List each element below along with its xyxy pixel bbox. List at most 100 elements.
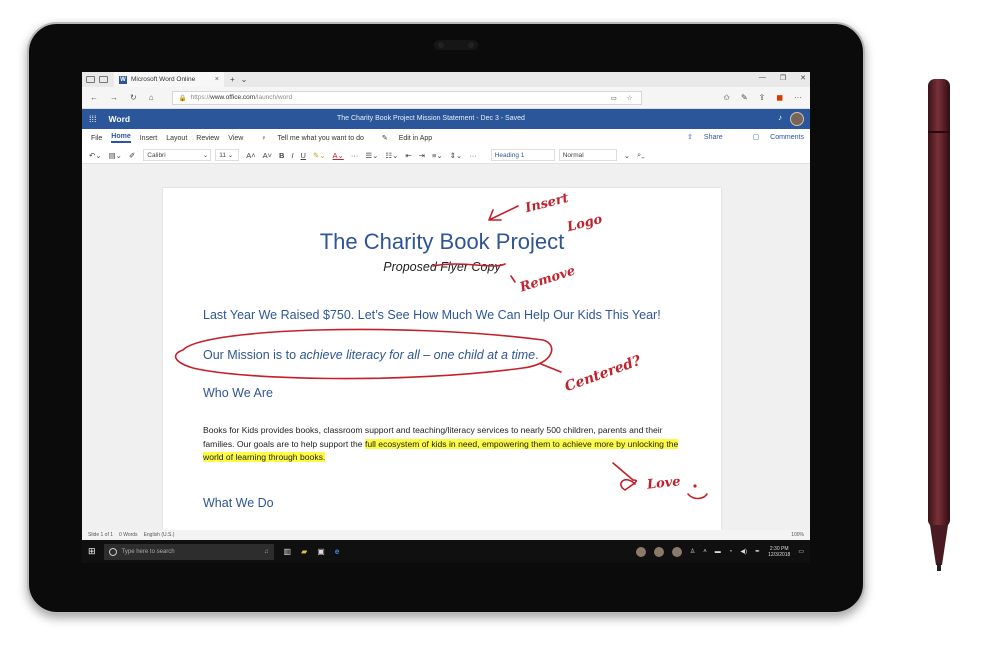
browser-tab[interactable]: W Microsoft Word Online × — [114, 72, 224, 87]
doc-heading-who[interactable]: Who We Are — [203, 386, 273, 400]
numbering-icon[interactable]: ☷⌄ — [385, 151, 398, 160]
tell-me-search[interactable]: ♀ Tell me what you want to do — [252, 135, 364, 142]
tab-review[interactable]: Review — [196, 135, 219, 142]
file-explorer-icon[interactable]: ▰ — [301, 547, 307, 556]
doc-mission[interactable]: Our Mission is to achieve literacy for a… — [203, 348, 539, 362]
style-heading-1[interactable]: Heading 1 — [490, 149, 555, 161]
taskbar-search[interactable]: Type here to search ♫ — [103, 543, 274, 560]
paste-icon[interactable]: ▤⌄ — [109, 151, 122, 160]
tab-preview-icon[interactable] — [86, 76, 95, 83]
mission-suffix: . — [535, 348, 539, 362]
status-zoom[interactable]: 100% — [791, 532, 804, 538]
browser-tab-bar: W Microsoft Word Online × + ⌄ — ❐ ✕ — [82, 72, 810, 87]
task-view-icon[interactable]: ▥ — [284, 547, 292, 556]
windows-start-icon[interactable]: ⊞ — [88, 546, 96, 557]
bullets-icon[interactable]: ☰⌄ — [365, 151, 378, 160]
back-icon[interactable]: ← — [90, 93, 98, 102]
tab-view[interactable]: View — [228, 135, 243, 142]
tab-insert[interactable]: Insert — [140, 135, 158, 142]
edit-in-app-button[interactable]: ✎ Edit in App — [373, 134, 432, 142]
share-button[interactable]: ⇧ Share — [678, 133, 723, 141]
people-avatar-1[interactable] — [635, 546, 646, 557]
format-painter-icon[interactable]: ✐ — [129, 151, 135, 160]
share-icon[interactable]: ⇪ — [759, 93, 766, 102]
people-avatar-3[interactable] — [671, 546, 682, 557]
system-tray: ♙ ˄ ▬ ◔ ◀) ✒ 2:30 PM 12/3/2018 ▭ — [635, 546, 804, 558]
forward-icon[interactable]: → — [110, 93, 118, 102]
tab-layout[interactable]: Layout — [166, 135, 187, 142]
more-icon[interactable]: ··· — [794, 93, 802, 102]
tab-file[interactable]: File — [91, 135, 102, 142]
avatar[interactable] — [790, 112, 804, 126]
doc-heading-what[interactable]: What We Do — [203, 496, 274, 510]
store-icon[interactable]: ▣ — [317, 547, 325, 556]
more-paragraph-icon[interactable]: ··· — [469, 151, 477, 160]
chevron-down-icon[interactable]: ⌄ — [241, 75, 248, 84]
doc-subtitle[interactable]: Proposed Flyer Copy — [163, 260, 721, 274]
status-language[interactable]: English (U.S.) — [144, 532, 175, 538]
mission-italic: achieve literacy for all – one child at … — [299, 348, 536, 362]
comments-button[interactable]: ▢ Comments — [744, 133, 804, 141]
url-path: /launch/word — [255, 94, 293, 101]
home-icon[interactable]: ⌂ — [149, 93, 154, 102]
doc-title[interactable]: The Charity Book Project — [163, 229, 721, 255]
highlight-icon[interactable]: ✎⌄ — [313, 151, 326, 160]
pen-notes-icon[interactable]: ✎ — [741, 93, 748, 102]
battery-icon[interactable]: ▬ — [715, 549, 721, 555]
favorite-star-icon[interactable]: ☆ — [627, 94, 633, 102]
camera-bar — [434, 40, 478, 50]
close-window-icon[interactable]: ✕ — [800, 74, 806, 82]
notification-icon[interactable]: ♪ — [778, 113, 782, 122]
microphone-icon[interactable]: ♫ — [264, 549, 269, 555]
minimize-icon[interactable]: — — [759, 74, 766, 82]
people-icon[interactable]: ♙ — [690, 548, 695, 555]
action-center-icon[interactable]: ▭ — [798, 548, 804, 555]
word-favicon-icon: W — [119, 75, 127, 84]
reading-view-icon[interactable]: ▭ — [611, 94, 617, 102]
tray-chevron-icon[interactable]: ˄ — [703, 549, 707, 555]
wifi-icon[interactable]: ◔ — [729, 549, 733, 555]
volume-icon[interactable]: ◀) — [740, 548, 747, 555]
app-name[interactable]: Word — [109, 114, 131, 124]
maximize-icon[interactable]: ❐ — [780, 74, 786, 82]
document-page[interactable]: The Charity Book Project Proposed Flyer … — [163, 188, 721, 530]
font-color-icon[interactable]: A⌄ — [333, 151, 344, 160]
status-words: 0 Words — [119, 532, 138, 538]
font-size-select[interactable]: 11 ⌄ — [215, 149, 240, 161]
bold-icon[interactable]: B — [279, 151, 284, 160]
increase-indent-icon[interactable]: ⇥ — [419, 151, 425, 160]
find-icon[interactable]: ⌕⌄ — [637, 150, 645, 160]
favorites-icon[interactable]: ✩ — [723, 93, 730, 102]
edge-icon[interactable]: e — [335, 547, 339, 556]
app-launcher-icon[interactable]: ⁞⁞⁞ — [89, 114, 97, 124]
url-field[interactable]: 🔒 https://www.office.com/launch/word ▭ ☆ — [171, 90, 642, 105]
align-icon[interactable]: ≡⌄ — [432, 151, 443, 160]
office-icon[interactable]: ◼ — [776, 93, 783, 102]
tab-home[interactable]: Home — [111, 133, 131, 143]
style-normal[interactable]: Normal — [558, 149, 617, 161]
shrink-font-icon[interactable]: A˅ — [263, 151, 272, 160]
tab-set-aside-icon[interactable] — [99, 76, 108, 83]
refresh-icon[interactable]: ↻ — [130, 93, 137, 102]
more-font-options-icon[interactable]: ··· — [351, 151, 359, 160]
line-spacing-icon[interactable]: ⇕⌄ — [450, 151, 463, 160]
decrease-indent-icon[interactable]: ⇤ — [405, 151, 411, 160]
doc-heading-raised[interactable]: Last Year We Raised $750. Let’s See How … — [203, 308, 661, 322]
document-canvas[interactable]: The Charity Book Project Proposed Flyer … — [82, 164, 810, 530]
document-title[interactable]: The Charity Book Project Mission Stateme… — [337, 115, 525, 122]
pen-workspace-icon[interactable]: ✒ — [755, 548, 760, 555]
italic-icon[interactable]: I — [291, 151, 293, 160]
font-name-select[interactable]: Calibri ⌄ — [143, 149, 212, 161]
doc-paragraph[interactable]: Books for Kids provides books, classroom… — [203, 424, 681, 465]
undo-icon[interactable]: ↶⌄ — [89, 151, 102, 160]
clock[interactable]: 2:30 PM 12/3/2018 — [768, 546, 790, 558]
underline-icon[interactable]: U — [301, 151, 306, 160]
ink-insert: Insert — [523, 190, 571, 217]
styles-more-icon[interactable]: ⌄ — [624, 151, 630, 160]
new-tab-button[interactable]: + — [230, 75, 235, 84]
arrow-insert-logo — [488, 205, 519, 221]
centered-line — [540, 363, 562, 373]
people-avatar-2[interactable] — [653, 546, 664, 557]
grow-font-icon[interactable]: A˄ — [246, 151, 255, 160]
tab-close-icon[interactable]: × — [215, 76, 219, 83]
